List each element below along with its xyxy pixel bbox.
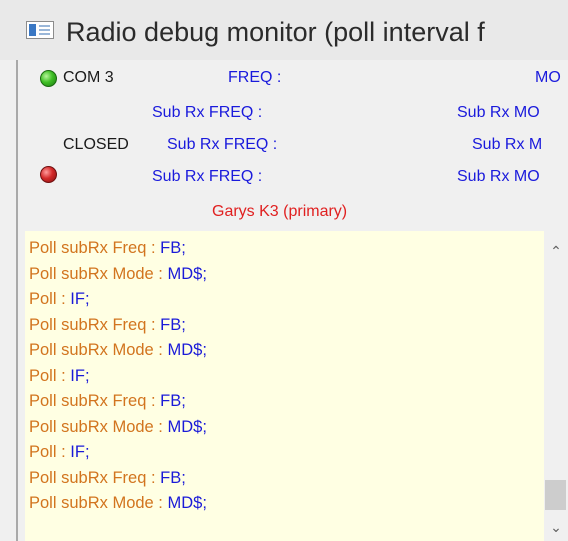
log-line-value: MD$; <box>167 264 207 283</box>
chevron-up-icon[interactable]: ⌃ <box>544 239 568 263</box>
log-line-value: MD$; <box>167 494 207 512</box>
app-window-icon <box>26 21 54 39</box>
log-line: Poll : IF; <box>29 440 90 465</box>
connected-led-icon <box>40 70 57 87</box>
log-line-key: Poll subRx Freq : <box>29 468 161 487</box>
log-line: Poll subRx Mode : MD$; <box>29 491 207 516</box>
log-line: Poll subRx Freq : FB; <box>29 236 186 261</box>
log-line: Poll subRx Mode : MD$; <box>29 338 207 363</box>
subrx-freq-label: Sub Rx FREQ : <box>167 136 278 153</box>
log-line-key: Poll subRx Freq : <box>29 239 161 257</box>
closed-status-label: CLOSED <box>63 136 129 153</box>
log-line: Poll : IF; <box>29 287 90 312</box>
log-line: Poll subRx Mode : MD$; <box>29 262 207 287</box>
log-line-key: Poll subRx Mode : <box>29 341 168 359</box>
log-line: Poll subRx Freq : FB; <box>29 389 186 414</box>
log-line: Poll : IF; <box>29 364 90 389</box>
log-line-value: FB; <box>160 392 186 410</box>
log-scrollbar[interactable]: ⌃ ⌄ <box>544 231 568 541</box>
log-line-key: Poll subRx Freq : <box>29 392 161 410</box>
log-line-key: Poll : <box>29 443 71 461</box>
log-line: Poll subRx Freq : FB; <box>29 313 186 338</box>
chevron-down-icon[interactable]: ⌄ <box>544 515 568 539</box>
log-line-value: MD$; <box>167 341 207 359</box>
title-bar[interactable]: Radio debug monitor (poll interval f <box>0 0 568 60</box>
log-line-key: Poll subRx Mode : <box>29 264 168 283</box>
log-line: Poll subRx Freq : FB; <box>29 466 186 491</box>
log-line-value: MD$; <box>167 417 207 436</box>
log-line-value: IF; <box>70 366 90 385</box>
log-line: Poll subRx Mode : MD$; <box>29 415 207 440</box>
subrx-mode-label: Sub Rx M <box>472 136 543 153</box>
log-line-key: Poll subRx Mode : <box>29 417 168 436</box>
subrx-mode-label: Sub Rx MO <box>457 104 540 121</box>
log-line-key: Poll : <box>29 366 71 385</box>
mode-label: MO <box>535 69 561 86</box>
log-line-key: Poll : <box>29 290 71 308</box>
log-line-value: IF; <box>70 443 90 461</box>
log-line-key: Poll subRx Mode : <box>29 494 168 512</box>
subrx-freq-label: Sub Rx FREQ : <box>152 104 263 121</box>
log-line-value: FB; <box>160 468 186 487</box>
window-title: Radio debug monitor (poll interval f <box>66 17 485 47</box>
closed-led-icon <box>40 166 57 183</box>
radio-name-label: Garys K3 (primary) <box>212 203 348 220</box>
debug-log[interactable]: Poll subRx Freq : FB; Poll subRx Mode : M… <box>25 231 544 541</box>
subrx-freq-label: Sub Rx FREQ : <box>152 168 263 185</box>
scrollbar-thumb[interactable] <box>545 480 566 510</box>
subrx-mode-label: Sub Rx MO <box>457 168 540 185</box>
log-line-key: Poll subRx Freq : <box>29 315 161 334</box>
log-line-value: FB; <box>160 315 186 334</box>
freq-label: FREQ : <box>228 69 282 86</box>
com-port-label: COM 3 <box>63 69 114 86</box>
log-line-value: IF; <box>70 290 90 308</box>
log-line-value: FB; <box>160 239 186 257</box>
